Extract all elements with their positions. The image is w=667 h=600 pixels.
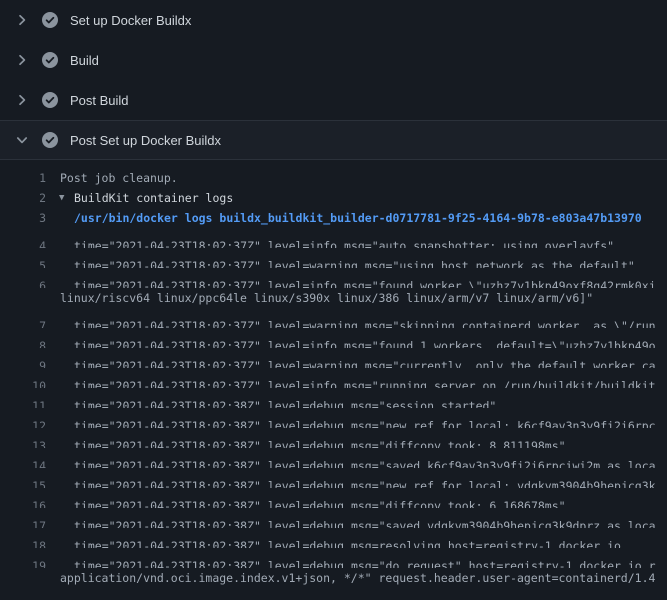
line-number[interactable]: 13 <box>0 436 46 448</box>
actions-log-viewer: Set up Docker Buildx Build P <box>0 0 667 600</box>
line-number[interactable]: 11 <box>0 396 46 408</box>
line-number[interactable]: 19 <box>0 556 46 568</box>
log-line: 14 time="2021-04-23T18:02:38Z" level=deb… <box>0 448 667 468</box>
chevron-down-icon <box>14 132 30 148</box>
line-text: time="2021-04-23T18:02:38Z" level=debug … <box>74 596 642 600</box>
line-number[interactable]: 7 <box>0 316 46 328</box>
line-text: time="2021-04-23T18:02:38Z" level=debug … <box>74 536 621 548</box>
line-text: time="2021-04-23T18:02:37Z" level=info m… <box>74 376 656 388</box>
line-number[interactable]: 15 <box>0 476 46 488</box>
step-header[interactable]: Post Set up Docker Buildx <box>0 120 667 160</box>
log-line: 9 time="2021-04-23T18:02:37Z" level=warn… <box>0 348 667 368</box>
line-text: BuildKit container logs <box>74 188 233 208</box>
line-number[interactable]: 18 <box>0 536 46 548</box>
line-number[interactable]: 20 <box>0 596 46 600</box>
line-number[interactable]: 3 <box>0 208 46 228</box>
log-line: 5 time="2021-04-23T18:02:37Z" level=warn… <box>0 248 667 268</box>
log-line: 11 time="2021-04-23T18:02:38Z" level=deb… <box>0 388 667 408</box>
line-number[interactable]: 2 <box>0 188 46 208</box>
step-header[interactable]: Set up Docker Buildx <box>0 0 667 40</box>
line-text: /usr/bin/docker logs buildx_buildkit_bui… <box>74 208 642 228</box>
log-line: 16 time="2021-04-23T18:02:38Z" level=deb… <box>0 488 667 508</box>
log-line: 12 time="2021-04-23T18:02:38Z" level=deb… <box>0 408 667 428</box>
check-circle-icon <box>42 92 58 108</box>
line-number[interactable]: 1 <box>0 168 46 188</box>
group-toggle-icon[interactable]: ▼ <box>59 188 71 208</box>
line-number[interactable] <box>0 288 46 308</box>
line-number[interactable]: 16 <box>0 496 46 508</box>
line-text: application/vnd.oci.image.index.v1+json,… <box>60 568 655 588</box>
steps-list: Set up Docker Buildx Build P <box>0 0 667 160</box>
check-circle-icon <box>42 52 58 68</box>
log-line: 20 time="2021-04-23T18:02:38Z" level=deb… <box>0 588 667 600</box>
line-number[interactable]: 12 <box>0 416 46 428</box>
log-line: 1 Post job cleanup. <box>0 168 667 188</box>
log-line: 2 ▼ BuildKit container logs <box>0 188 667 208</box>
step-header[interactable]: Post Build <box>0 80 667 120</box>
step-label: Set up Docker Buildx <box>70 13 191 28</box>
line-text: time="2021-04-23T18:02:38Z" level=debug … <box>74 456 656 468</box>
line-text: time="2021-04-23T18:02:38Z" level=debug … <box>74 436 566 448</box>
chevron-right-icon <box>14 52 30 68</box>
line-text: Post job cleanup. <box>60 168 178 188</box>
log-line: 19 time="2021-04-23T18:02:38Z" level=deb… <box>0 548 667 568</box>
line-number[interactable]: 4 <box>0 236 46 248</box>
line-text: time="2021-04-23T18:02:37Z" level=info m… <box>74 336 656 348</box>
log-line: 3 /usr/bin/docker logs buildx_buildkit_b… <box>0 208 667 228</box>
chevron-right-icon <box>14 92 30 108</box>
check-circle-icon <box>42 12 58 28</box>
log-line: 4 time="2021-04-23T18:02:37Z" level=info… <box>0 228 667 248</box>
step-label: Post Build <box>70 93 129 108</box>
line-text: time="2021-04-23T18:02:38Z" level=debug … <box>74 396 496 408</box>
line-text: time="2021-04-23T18:02:37Z" level=warnin… <box>74 356 656 368</box>
line-text: time="2021-04-23T18:02:37Z" level=warnin… <box>74 256 635 268</box>
line-text: time="2021-04-23T18:02:38Z" level=debug … <box>74 516 656 528</box>
log-line: 7 time="2021-04-23T18:02:37Z" level=warn… <box>0 308 667 328</box>
line-text: time="2021-04-23T18:02:38Z" level=debug … <box>74 556 656 568</box>
log-line: 6 time="2021-04-23T18:02:37Z" level=info… <box>0 268 667 288</box>
log-line: 18 time="2021-04-23T18:02:38Z" level=deb… <box>0 528 667 548</box>
line-number[interactable]: 8 <box>0 336 46 348</box>
log-line: 17 time="2021-04-23T18:02:38Z" level=deb… <box>0 508 667 528</box>
log-area: 1 Post job cleanup. 2 ▼ BuildKit contain… <box>0 160 667 600</box>
line-text: linux/riscv64 linux/ppc64le linux/s390x … <box>60 288 593 308</box>
line-text: time="2021-04-23T18:02:38Z" level=debug … <box>74 496 566 508</box>
line-text: time="2021-04-23T18:02:37Z" level=warnin… <box>74 316 656 328</box>
line-text: time="2021-04-23T18:02:38Z" level=debug … <box>74 476 656 488</box>
line-text: time="2021-04-23T18:02:38Z" level=debug … <box>74 416 656 428</box>
step-label: Post Set up Docker Buildx <box>70 133 221 148</box>
log-line: linux/riscv64 linux/ppc64le linux/s390x … <box>0 288 667 308</box>
step-label: Build <box>70 53 99 68</box>
step-header[interactable]: Build <box>0 40 667 80</box>
check-circle-icon <box>42 132 58 148</box>
line-text: time="2021-04-23T18:02:37Z" level=info m… <box>74 236 614 248</box>
line-number[interactable]: 9 <box>0 356 46 368</box>
log-line: 10 time="2021-04-23T18:02:37Z" level=inf… <box>0 368 667 388</box>
line-number[interactable]: 17 <box>0 516 46 528</box>
line-number[interactable] <box>0 568 46 588</box>
log-line: 15 time="2021-04-23T18:02:38Z" level=deb… <box>0 468 667 488</box>
line-number[interactable]: 10 <box>0 376 46 388</box>
log-line: 8 time="2021-04-23T18:02:37Z" level=info… <box>0 328 667 348</box>
log-line: application/vnd.oci.image.index.v1+json,… <box>0 568 667 588</box>
log-line: 13 time="2021-04-23T18:02:38Z" level=deb… <box>0 428 667 448</box>
line-text: time="2021-04-23T18:02:37Z" level=info m… <box>74 276 656 288</box>
line-number[interactable]: 5 <box>0 256 46 268</box>
line-number[interactable]: 14 <box>0 456 46 468</box>
line-number[interactable]: 6 <box>0 276 46 288</box>
chevron-right-icon <box>14 12 30 28</box>
